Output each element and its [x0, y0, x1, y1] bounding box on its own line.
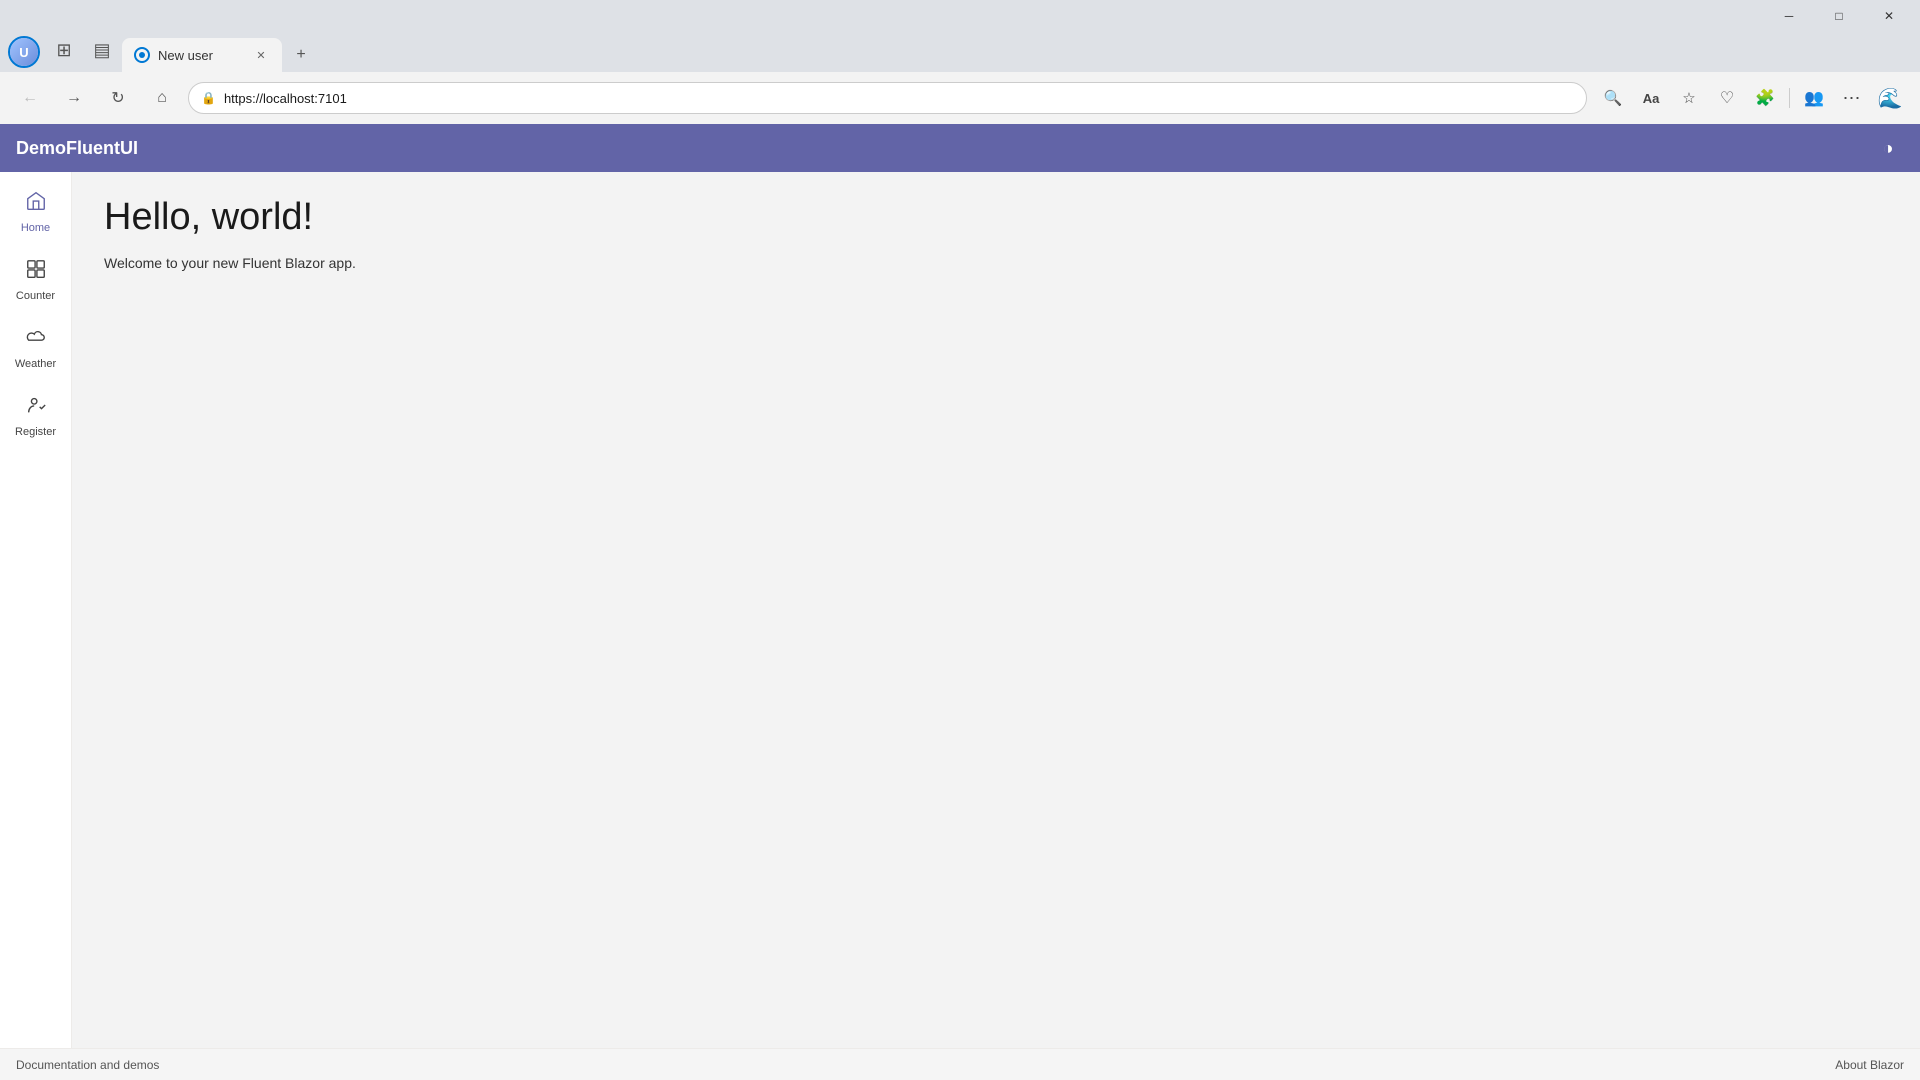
lock-icon: 🔒 [201, 91, 216, 105]
weather-icon [25, 326, 47, 354]
tab-bar: U ⊞ ▤ New user ✕ + [0, 32, 1920, 72]
search-button[interactable]: 🔍 [1595, 80, 1631, 116]
app-container: DemoFluentUI ◑ Home [0, 124, 1920, 1080]
collections-button[interactable]: ♡ [1709, 80, 1745, 116]
minimize-button[interactable]: ─ [1766, 0, 1812, 32]
back-button[interactable]: ← [12, 80, 48, 116]
sidebar-item-weather-label: Weather [15, 358, 56, 370]
app-header: DemoFluentUI ◑ [0, 124, 1920, 172]
avatar: U [10, 38, 38, 66]
sidebar-item-home[interactable]: Home [4, 180, 68, 244]
title-bar: ─ □ ✕ [0, 0, 1920, 32]
address-input[interactable]: 🔒 https://localhost:7101 [188, 82, 1587, 114]
active-tab[interactable]: New user ✕ [122, 38, 282, 72]
sidebar-item-weather[interactable]: Weather [4, 316, 68, 380]
docs-link[interactable]: Documentation and demos [16, 1058, 159, 1072]
home-button[interactable]: ⌂ [144, 80, 180, 116]
counter-icon [25, 258, 47, 286]
vertical-tabs-button[interactable]: ▤ [84, 32, 120, 68]
more-button[interactable]: ⋯ [1834, 80, 1870, 116]
tab-title: New user [158, 48, 213, 63]
sidebar: Home Counter [0, 172, 72, 1048]
tab-close-button[interactable]: ✕ [252, 46, 270, 64]
profiles-button[interactable]: 👥 [1796, 80, 1832, 116]
maximize-button[interactable]: □ [1816, 0, 1862, 32]
sidebar-item-counter-label: Counter [16, 290, 55, 302]
app-footer: Documentation and demos About Blazor [0, 1048, 1920, 1080]
main-content: Hello, world! Welcome to your new Fluent… [72, 172, 1920, 1048]
workspaces-button[interactable]: ⊞ [46, 32, 82, 68]
new-tab-button[interactable]: + [284, 38, 318, 72]
close-button[interactable]: ✕ [1866, 0, 1912, 32]
app-body: Home Counter [0, 172, 1920, 1048]
profile-button[interactable]: U [8, 36, 40, 68]
url-text: https://localhost:7101 [224, 91, 1574, 106]
theme-toggle-button[interactable]: ◑ [1872, 132, 1904, 164]
favorites-button[interactable]: ☆ [1671, 80, 1707, 116]
toolbar-actions: 🔍 Aa ☆ ♡ 🧩 👥 ⋯ 🌊 [1595, 80, 1908, 116]
read-aloud-button[interactable]: Aa [1633, 80, 1669, 116]
forward-button[interactable]: → [56, 80, 92, 116]
extensions-button[interactable]: 🧩 [1747, 80, 1783, 116]
sidebar-item-counter[interactable]: Counter [4, 248, 68, 312]
browser-window: ─ □ ✕ U ⊞ ▤ New user ✕ + ← → ↻ ⌂ 🔒 https… [0, 0, 1920, 1080]
page-subtitle: Welcome to your new Fluent Blazor app. [104, 255, 1888, 271]
toolbar-divider [1789, 88, 1790, 108]
register-icon [25, 394, 47, 422]
page-heading: Hello, world! [104, 196, 1888, 239]
sidebar-item-home-label: Home [21, 222, 50, 234]
home-icon [25, 190, 47, 218]
address-bar: ← → ↻ ⌂ 🔒 https://localhost:7101 🔍 Aa ☆ … [0, 72, 1920, 124]
sidebar-item-register-label: Register [15, 426, 56, 438]
edge-icon: 🌊 [1872, 80, 1908, 116]
sidebar-item-register[interactable]: Register [4, 384, 68, 448]
tab-favicon [134, 47, 150, 63]
about-link[interactable]: About Blazor [1835, 1058, 1904, 1072]
app-title: DemoFluentUI [16, 138, 138, 159]
refresh-button[interactable]: ↻ [100, 80, 136, 116]
